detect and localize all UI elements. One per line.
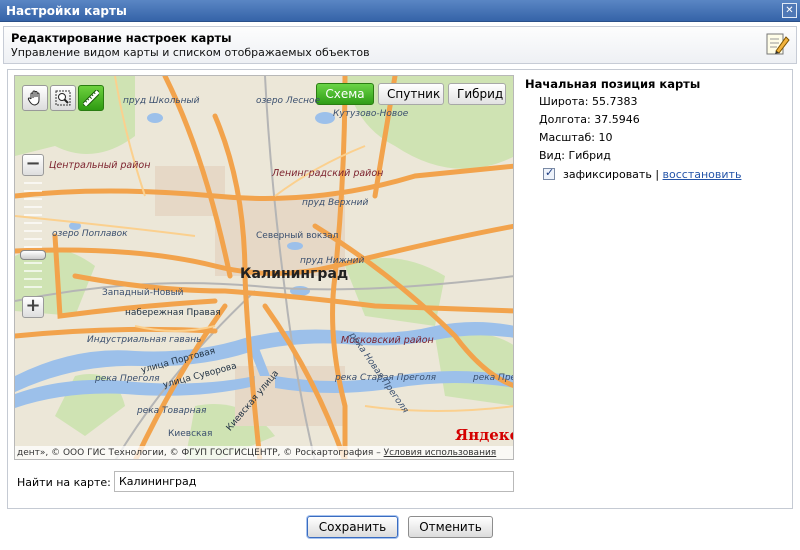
window-title: Настройки карты [6,4,127,18]
map-view[interactable]: Схема Спутник Гибрид − + пруд Школьный о… [14,75,514,460]
window-titlebar: Настройки карты ✕ [0,0,800,22]
map-label: Северный вокзал [256,231,339,241]
lock-label: зафиксировать [563,168,652,181]
map-label: река Старая Преголя [335,373,437,383]
lock-row: зафиксировать | восстановить [543,166,742,181]
view-value: Вид: Гибрид [539,149,611,162]
map-label: набережная Правая [125,308,221,318]
map-label: Кутузово-Новое [333,109,409,119]
search-label: Найти на карте: [17,476,111,489]
map-label: Центральный район [49,160,151,171]
search-input[interactable] [114,471,514,492]
restore-link[interactable]: восстановить [663,168,742,181]
edit-icon [766,33,790,55]
header-subtitle: Управление видом карты и списком отображ… [11,46,370,59]
map-copyright: дент», © ООО ГИС Технологии, © ФГУП ГОСГ… [15,446,513,459]
header-title: Редактирование настроек карты [11,31,232,45]
yandex-logo: Яндекс [455,426,514,444]
zoom-rect-tool-button[interactable] [50,85,76,111]
zoom-slider-track[interactable] [24,182,42,294]
lock-checkbox[interactable] [543,166,555,180]
map-label: Индустриальная гавань [87,335,202,345]
zoom-rect-icon [55,90,71,106]
terms-link[interactable]: Условия использования [384,448,497,458]
map-label: река Товарная [137,406,207,416]
zoom-slider-handle[interactable] [20,250,46,260]
map-label: озеро Лесное [256,96,321,106]
position-title: Начальная позиция карты [525,77,701,91]
initial-position-panel: Начальная позиция карты Широта: 55.7383 … [525,77,785,181]
copyright-text: дент», © ООО ГИС Технологии, © ФГУП ГОСГ… [17,448,381,458]
dialog-footer: Сохранить Отменить [0,512,800,550]
city-label: Калининград [240,266,349,282]
map-label: озеро Поплавок [52,229,128,239]
map-label: река Преголя [95,374,160,384]
save-button[interactable]: Сохранить [307,516,398,538]
latitude-value: Широта: 55.7383 [539,95,638,108]
page-header: Редактирование настроек карты Управление… [3,26,797,64]
hand-tool-button[interactable] [22,85,48,111]
map-type-satellite[interactable]: Спутник [378,83,444,105]
close-button[interactable]: ✕ [782,3,797,18]
map-type-hybrid[interactable]: Гибрид [448,83,506,105]
longitude-value: Долгота: 37.5946 [539,113,640,126]
zoom-out-button[interactable]: − [22,154,44,176]
scale-value: Масштаб: 10 [539,131,613,144]
map-label: река Преголя [473,373,513,383]
search-row: Найти на карте: [17,471,517,493]
map-label: пруд Верхний [302,198,369,208]
map-label: Западный-Новый [102,288,184,298]
zoom-in-button[interactable]: + [22,296,44,318]
map-label: Киевская [168,429,213,439]
map-label: Ленинградский район [272,168,384,179]
hand-icon [27,90,40,106]
separator: | [655,168,660,181]
map-type-scheme[interactable]: Схема [316,83,374,105]
map-label: пруд Нижний [300,256,365,266]
cancel-button[interactable]: Отменить [408,516,493,538]
ruler-icon [83,90,99,106]
ruler-tool-button[interactable] [78,85,104,111]
map-label: пруд Школьный [123,96,200,106]
